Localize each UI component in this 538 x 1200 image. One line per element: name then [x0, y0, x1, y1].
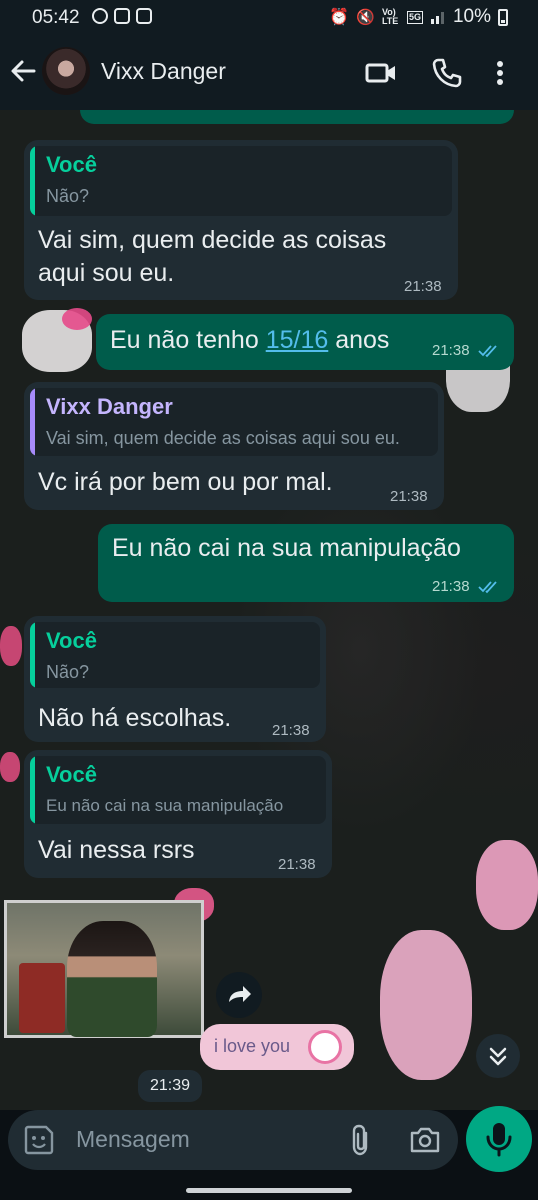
sticker-photo — [4, 900, 204, 1038]
message-text: Vai nessa rsrs — [38, 836, 195, 864]
message-bubble-incoming[interactable]: Vixx Danger Vai sim, quem decide as cois… — [24, 382, 444, 510]
system-icons: ⏰ 🔇 Vo) LTE 5G 10% — [329, 6, 508, 28]
quoted-message[interactable]: Você Não? — [30, 146, 452, 216]
my-melody-icon — [308, 1030, 342, 1064]
wallpaper-heart — [0, 752, 20, 782]
gallery-notification-icon — [114, 8, 130, 24]
sticker-caption: i love you — [214, 1036, 291, 1056]
quote-bar — [30, 756, 35, 824]
message-time: 21:38 — [272, 722, 310, 739]
sticker-message[interactable]: i love you — [4, 900, 360, 1080]
message-placeholder: Mensagem — [76, 1126, 190, 1152]
camera-icon[interactable] — [408, 1123, 442, 1157]
volte-indicator: Vo) LTE — [381, 7, 399, 26]
message-bubble-outgoing[interactable]: Eu não cai na sua manipulação 21:38 — [98, 524, 514, 602]
sticker-person — [67, 921, 157, 1037]
voice-call-icon[interactable] — [430, 56, 464, 90]
quote-bar — [30, 622, 35, 688]
message-text: Não há escolhas. — [38, 704, 232, 732]
sticker-icon[interactable] — [22, 1123, 56, 1157]
home-gesture-handle[interactable] — [186, 1188, 352, 1193]
battery-percent: 10% — [452, 6, 491, 27]
read-ticks-icon — [478, 581, 497, 594]
forward-icon[interactable] — [216, 972, 262, 1018]
message-time: 21:38 — [432, 342, 470, 359]
microphone-icon — [486, 1123, 512, 1157]
message-time: 21:38 — [278, 856, 316, 873]
quoted-message[interactable]: Você Eu não cai na sua manipulação — [30, 756, 326, 824]
voice-record-button[interactable] — [466, 1106, 532, 1172]
quote-author: Você — [46, 762, 97, 787]
message-text: Vai sim, quem decide as coisas aqui sou … — [38, 224, 386, 290]
quote-text: Não? — [46, 662, 90, 682]
scroll-down-icon[interactable] — [476, 1034, 520, 1078]
quote-author: Você — [46, 628, 97, 653]
message-time: 21:38 — [432, 578, 470, 595]
message-link[interactable]: 15/16 — [266, 326, 329, 354]
wallpaper-my-melody — [380, 930, 472, 1080]
back-arrow-icon[interactable] — [8, 56, 38, 86]
quote-bar — [30, 388, 35, 456]
message-text-line: Vai sim, quem decide as coisas — [38, 226, 387, 254]
contact-avatar[interactable] — [42, 47, 90, 95]
message-text-part: anos — [328, 326, 390, 354]
status-bar: 05:42 ⏰ 🔇 Vo) LTE 5G 10% — [0, 0, 538, 36]
message-bubble-incoming[interactable]: Você Não? Vai sim, quem decide as coisas… — [24, 140, 458, 300]
battery-icon — [498, 8, 508, 26]
message-time: 21:38 — [404, 278, 442, 295]
notification-icons — [92, 8, 152, 24]
message-bubble-outgoing[interactable]: Eu não tenho 15/16 anos 21:38 — [96, 314, 514, 370]
message-bubble-incoming[interactable]: Você Eu não cai na sua manipulação Vai n… — [24, 750, 332, 878]
quote-text: Eu não cai na sua manipulação — [46, 796, 284, 815]
status-time: 05:42 — [32, 7, 80, 28]
instagram-notification-icon — [136, 8, 152, 24]
quote-text: Não? — [46, 186, 90, 206]
quote-author: Você — [46, 152, 97, 177]
more-options-icon[interactable] — [490, 56, 510, 90]
network-type: 5G — [406, 10, 423, 24]
message-bubble-incoming[interactable]: Você Não? Não há escolhas. 21:38 — [24, 616, 326, 742]
quoted-message[interactable]: Vixx Danger Vai sim, quem decide as cois… — [30, 388, 438, 456]
sticker-caption-bubble: i love you — [200, 1024, 354, 1070]
read-ticks-icon — [478, 345, 497, 358]
sticker-chair — [19, 963, 65, 1033]
signal-icon — [430, 12, 444, 24]
composer-bar: Mensagem — [0, 1106, 538, 1182]
message-text-line: aqui sou eu. — [38, 259, 175, 287]
message-text: Eu não tenho 15/16 anos — [110, 324, 389, 357]
wallpaper-my-melody — [476, 840, 538, 930]
message-text: Vc irá por bem ou por mal. — [38, 468, 333, 496]
chat-header: Vixx Danger — [0, 36, 538, 110]
attach-icon[interactable] — [344, 1123, 378, 1157]
message-input[interactable]: Mensagem — [8, 1110, 458, 1170]
message-time: 21:38 — [390, 488, 428, 505]
video-call-icon[interactable] — [364, 56, 398, 90]
message-bubble-outgoing-partial[interactable] — [80, 110, 514, 124]
message-text-part: Eu não tenho — [110, 326, 266, 354]
quote-bar — [30, 146, 35, 216]
sticker-time: 21:39 — [138, 1070, 202, 1102]
whatsapp-notification-icon — [92, 8, 108, 24]
chat-area[interactable]: Você Não? Vai sim, quem decide as coisas… — [0, 110, 538, 1110]
contact-name[interactable]: Vixx Danger — [101, 58, 226, 85]
system-nav-bar — [0, 1182, 538, 1200]
mute-icon: 🔇 — [356, 9, 375, 26]
wallpaper-hello-kitty-bow — [62, 308, 92, 330]
quote-author: Vixx Danger — [46, 394, 173, 419]
quoted-message[interactable]: Você Não? — [30, 622, 320, 688]
alarm-icon: ⏰ — [329, 9, 350, 26]
wallpaper-heart — [0, 626, 22, 666]
message-text: Eu não cai na sua manipulação — [112, 534, 461, 562]
quote-text: Vai sim, quem decide as coisas aqui sou … — [46, 428, 400, 448]
